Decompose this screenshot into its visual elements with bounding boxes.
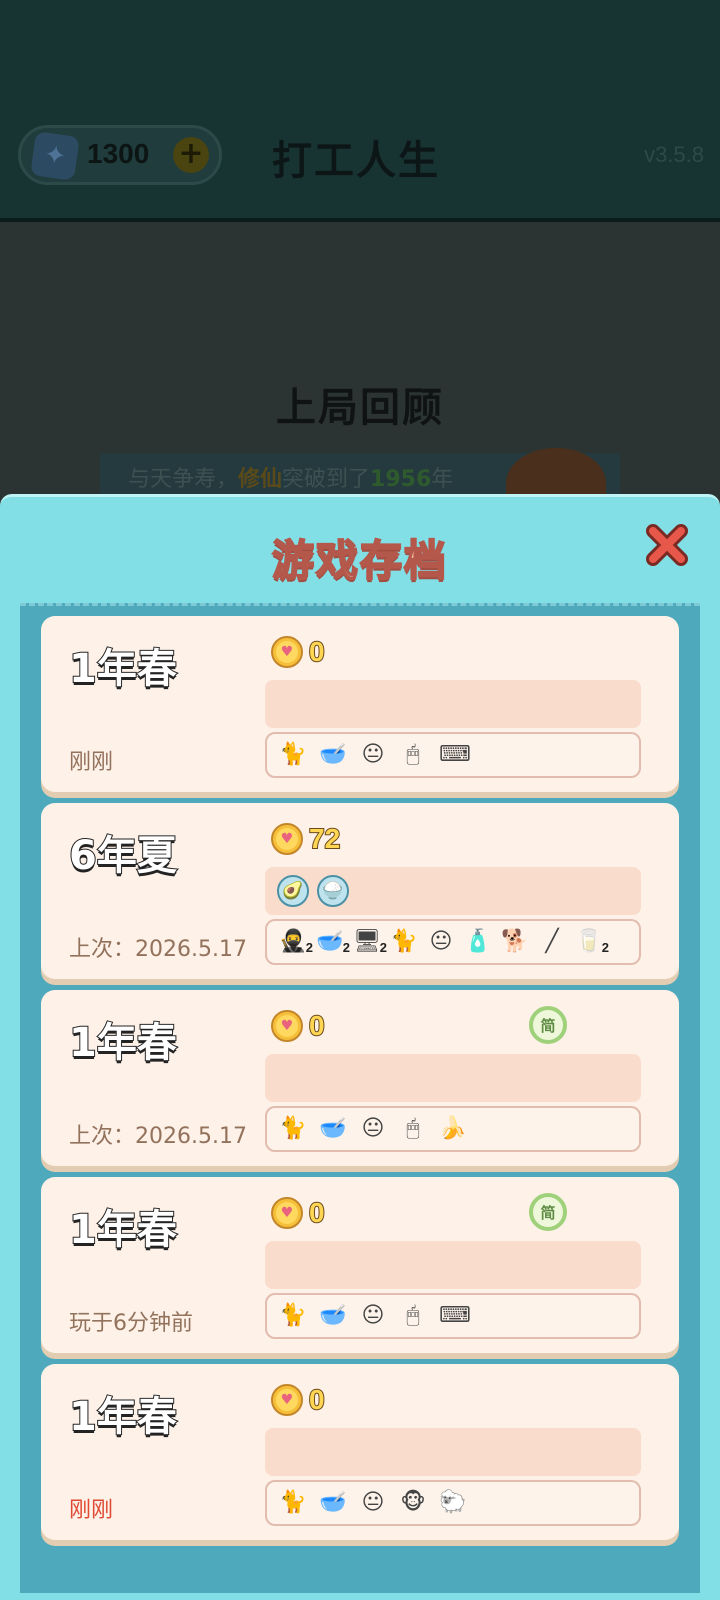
computer-icon: 🖥 2 [353,927,387,957]
add-gems-icon[interactable]: + [173,137,209,173]
bowl-icon: 🥣 [319,1116,347,1141]
last-game-review-title: 上局回顾 [276,385,444,431]
gem-counter[interactable]: ✦ 1300 + [18,125,222,185]
face-icon: 😐 [361,1116,385,1141]
cat-icon: 🐈 [279,1116,307,1141]
gem-count: 1300 [87,138,150,169]
buff-bar [265,1241,641,1289]
banana-icon: 🍌 [439,1116,467,1141]
save-slot-card[interactable]: 1年春刚刚 ♥ 0 🐈 🥣 😐 🖱 ⌨ [41,616,679,792]
items-bar: 🥷 2 🥣 2 🖥 2 🐈 😐 🧴 🐕 ╱ 🥛 2 [265,919,641,965]
coin-counter: ♥ 72 [271,821,341,857]
buff-bar [265,1428,641,1476]
cat-icon: 🐈 [279,1490,307,1515]
keyboard-icon: ⌨ [439,742,471,767]
mouse-icon: 🖱 [406,1303,420,1328]
coin-counter: ♥ 0 [271,1008,326,1044]
save-game-modal: 游戏存档 1年春 刚刚 ♥ 0 🐈 🥣 😐 🖱 ⌨ 6年夏 上次：2026.5.17 ♥ 72 🥑 🍚 🥷 2 🥣… [0,494,720,1600]
mouse-icon: 🖱 [406,742,420,767]
save-season: 6年夏 [68,832,178,880]
coin-value: 0 [308,1383,326,1416]
bowl-icon: 🥣 2 [316,927,350,957]
review-banner-text: 与天争寿，修仙突破到了1956年 [128,467,454,492]
cat-icon: 🐈 [279,1303,307,1328]
items-bar: 🐈 🥣 😐 🖱 ⌨ [265,1293,641,1339]
face-icon: 😐 [361,742,385,767]
items-bar: 🐈 🥣 😐 🐵 🐑 [265,1480,641,1526]
thief-icon: 🥷 2 [279,927,313,957]
bowl-icon: 🥣 [319,1490,347,1515]
item-count: 2 [601,940,609,955]
save-time: 上次：2026.5.17 [69,1124,247,1149]
coin-value: 0 [308,1009,326,1042]
dog-icon: 🐕 [501,929,529,954]
heart-coin-icon: ♥ [271,823,303,855]
cat-icon: 🐈 [390,929,418,954]
stick-icon: ╱ [545,929,559,954]
sheep-icon: 🐑 [439,1490,467,1515]
save-time: 刚刚 [69,750,114,775]
modal-title: 游戏存档 [271,535,448,586]
save-slot-card[interactable]: 1年春刚刚 ♥ 0 🐈 🥣 😐 🐵 🐑 [41,1364,679,1540]
milk-icon: 🥛 2 [575,927,609,957]
item-count: 2 [305,940,313,955]
save-season: 1年春 [68,1206,178,1254]
keyboard-icon: ⌨ [439,1303,471,1328]
version-label: v3.5.8 [644,142,704,167]
items-bar: 🐈 🥣 😐 🖱 ⌨ [265,732,641,778]
avocado-buff-icon: 🥑 [277,875,309,907]
save-time: 上次：2026.5.17 [69,937,247,962]
monkey-icon: 🐵 [400,1490,426,1515]
gem-icon: ✦ [30,131,80,181]
heart-coin-icon: ♥ [271,636,303,668]
coin-counter: ♥ 0 [271,1382,326,1418]
save-slot-card[interactable]: 1年春玩于6分钟前 ♥ 0 简 🐈 🥣 😐 🖱 ⌨ [41,1177,679,1353]
mouse-icon: 🖱 [406,1116,420,1141]
coin-counter: ♥ 0 [271,634,326,670]
cat-icon: 🐈 [279,742,307,767]
bowl-icon: 🥣 [319,1303,347,1328]
close-button[interactable] [645,523,689,567]
buff-bar: 🥑 🍚 [265,867,641,915]
items-bar: 🐈 🥣 😐 🖱 🍌 [265,1106,641,1152]
face-icon: 😐 [429,929,453,954]
coin-value: 0 [308,635,326,668]
heart-coin-icon: ♥ [271,1197,303,1229]
bowl-icon: 🥣 [319,742,347,767]
save-season: 1年春 [68,645,178,693]
face-icon: 😐 [361,1303,385,1328]
top-bar: ✦ 1300 + 打工人生 v3.5.8 [0,0,720,222]
heart-coin-icon: ♥ [271,1384,303,1416]
save-slot-card[interactable]: 1年春上次：2026.5.17 ♥ 0 简 🐈 🥣 😐 🖱 🍌 [41,990,679,1166]
game-title: 打工人生 [272,138,440,184]
coin-counter: ♥ 0 [271,1195,326,1231]
coin-value: 72 [308,822,341,855]
item-count: 2 [379,940,387,955]
heart-coin-icon: ♥ [271,1010,303,1042]
save-season: 1年春 [68,1019,178,1067]
simple-mode-badge: 简 [529,1193,567,1231]
save-slot-card[interactable]: 6年夏 上次：2026.5.17 ♥ 72 🥑 🍚 🥷 2 🥣 2 🖥 2 🐈 😐 🧴 🐕 ╱ 🥛 2 [41,803,679,979]
save-time: 玩于6分钟前 [69,1311,193,1336]
face-icon: 😐 [361,1490,385,1515]
buff-bar [265,680,641,728]
coin-value: 0 [308,1196,326,1229]
close-x-icon [646,524,688,566]
bottle-icon: 🧴 [464,929,492,954]
save-season: 1年春 [68,1393,178,1441]
simple-mode-badge: 简 [529,1006,567,1044]
item-count: 2 [342,940,350,955]
save-time: 刚刚 [69,1498,114,1523]
save-list[interactable]: 1年春 刚刚 ♥ 0 🐈 🥣 😐 🖱 ⌨ 6年夏 上次：2026.5.17 ♥ 72 🥑 🍚 🥷 2 🥣 2 🖥 2 🐈 😐… [20,603,700,1593]
rice-buff-icon: 🍚 [317,875,349,907]
buff-bar [265,1054,641,1102]
